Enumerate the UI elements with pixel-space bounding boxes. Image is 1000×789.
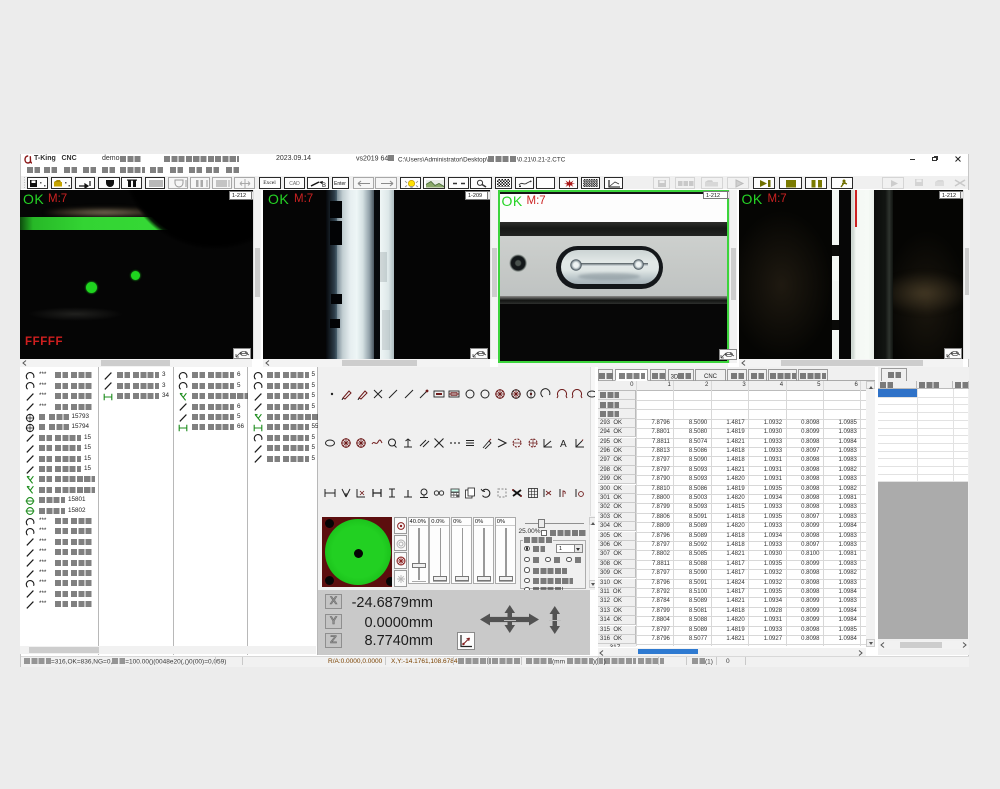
svg-text:B: B — [322, 183, 326, 188]
svg-text:A: A — [560, 439, 567, 449]
